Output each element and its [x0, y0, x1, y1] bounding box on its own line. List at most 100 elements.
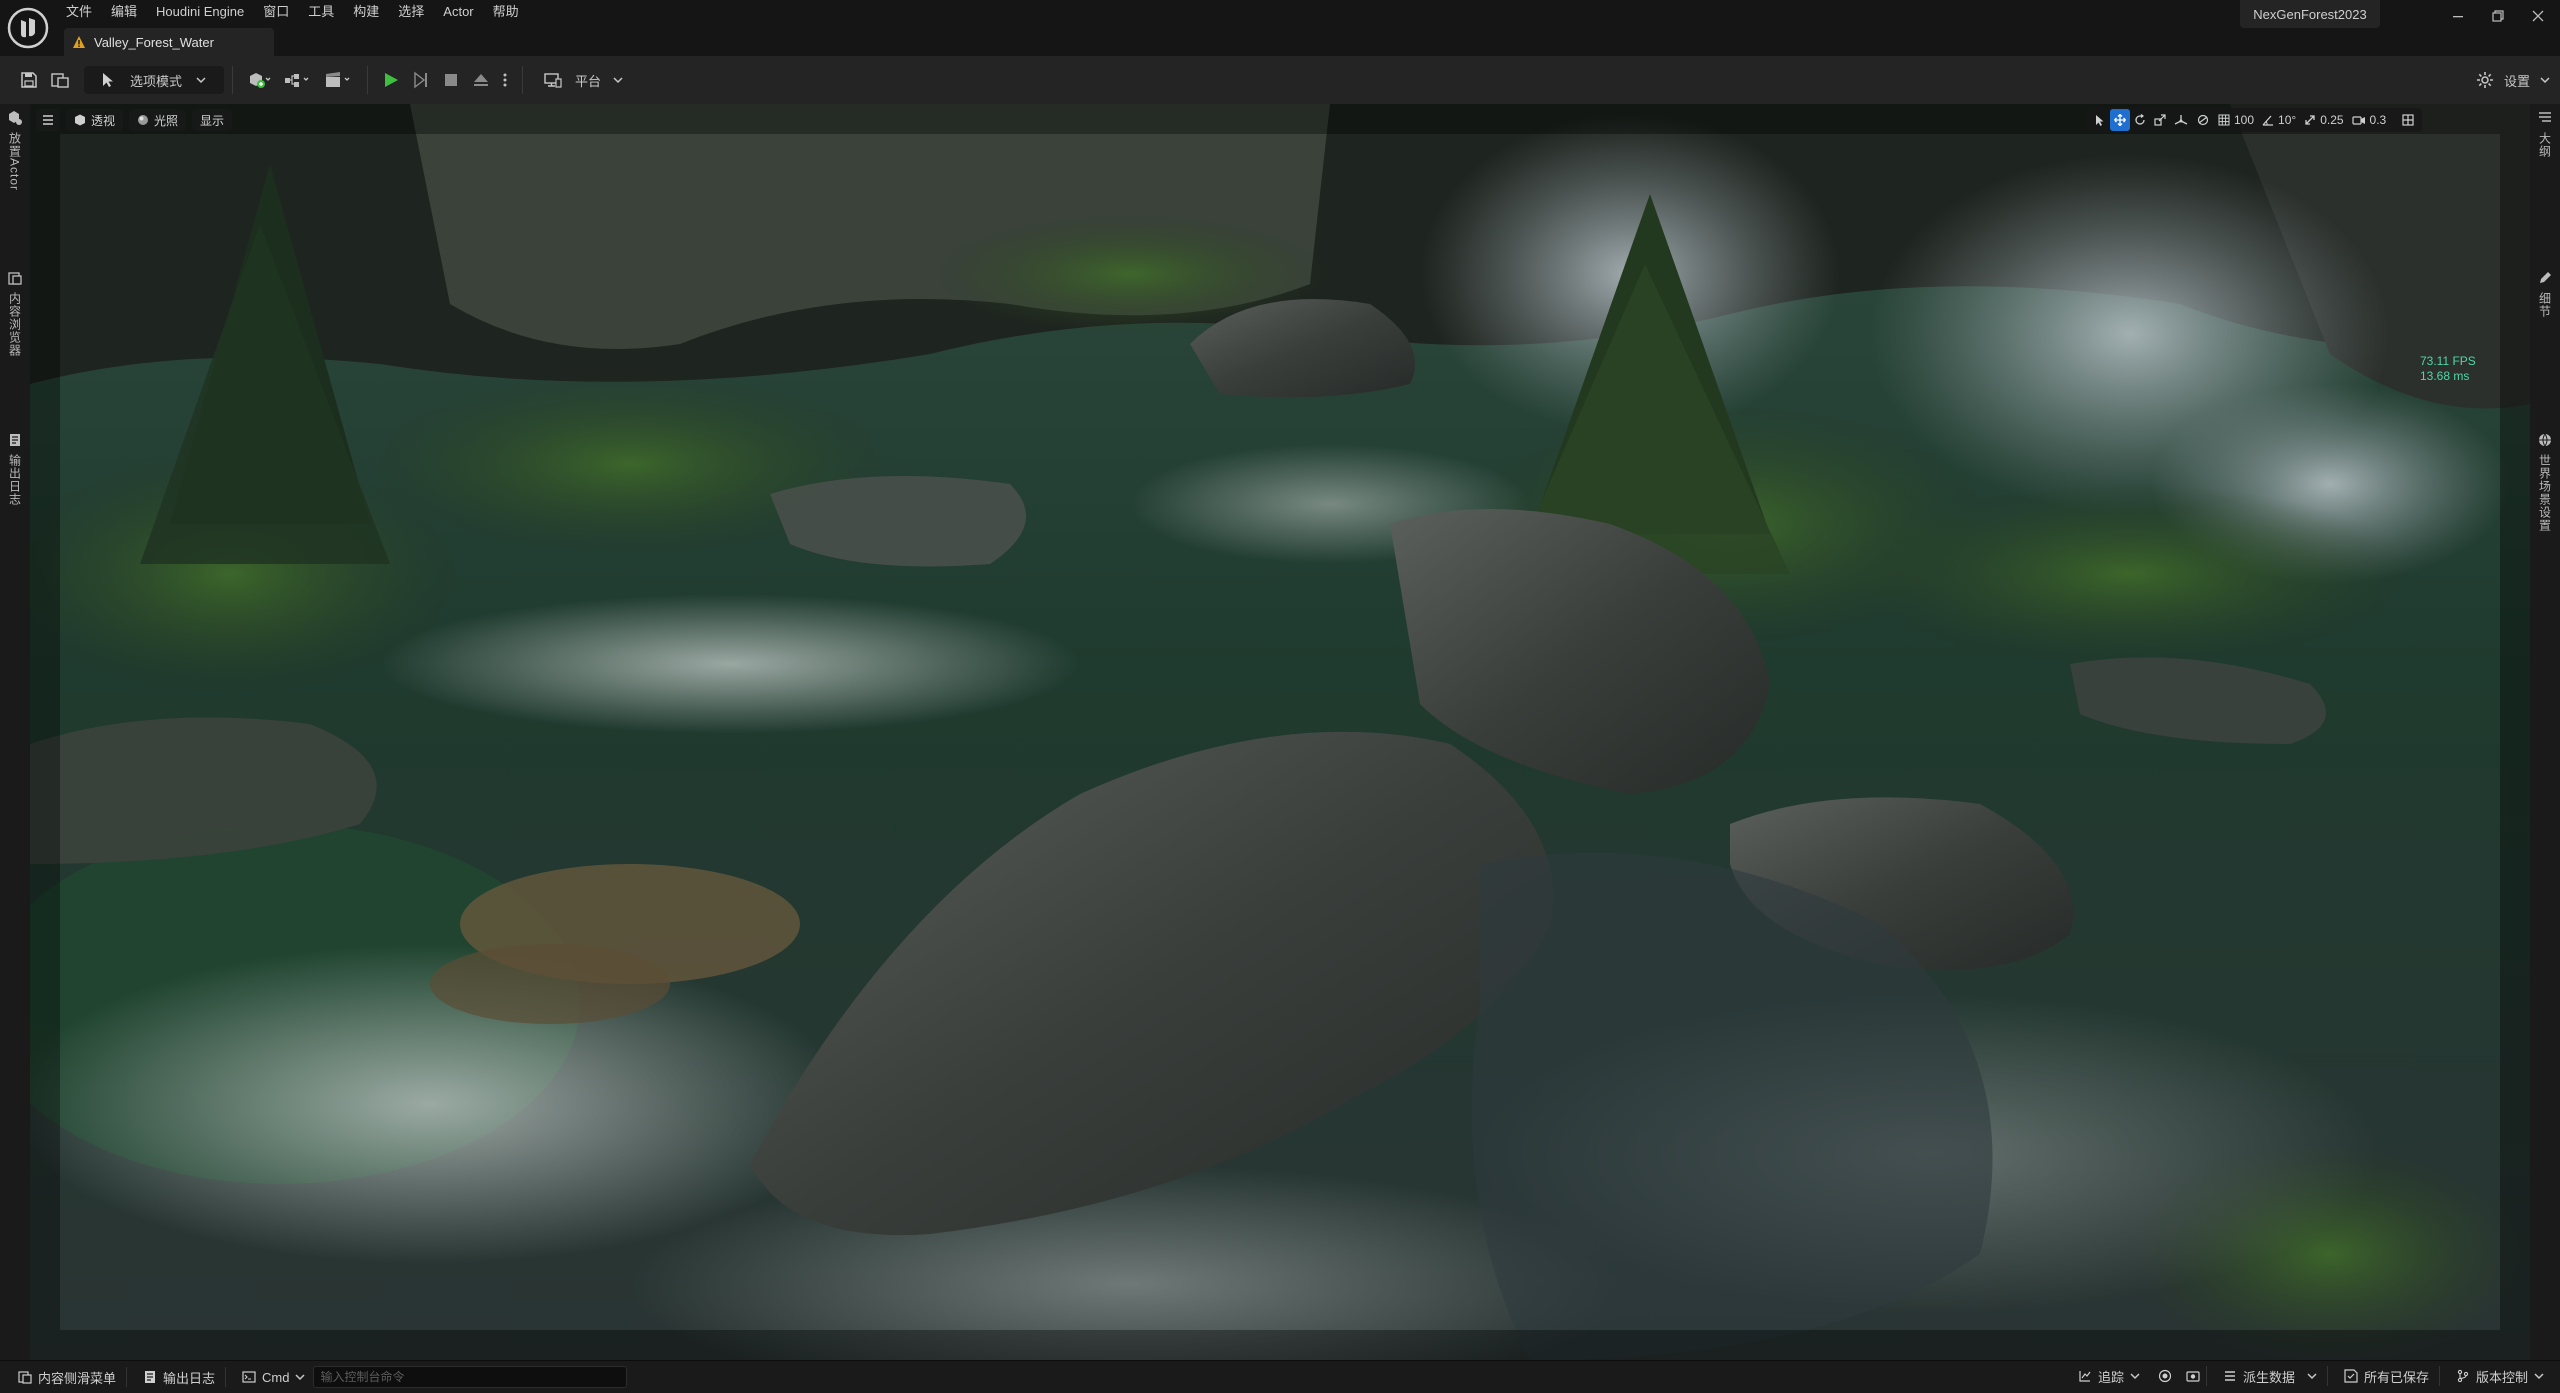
settings-dropdown[interactable]: 设置: [2470, 65, 2554, 95]
scale-icon: [2154, 114, 2166, 126]
world-space-icon: [2174, 114, 2188, 126]
menu-select[interactable]: 选择: [396, 0, 441, 24]
rail-outliner[interactable]: 大纲: [2530, 110, 2560, 158]
minimize-icon: [2453, 16, 2463, 18]
play-button[interactable]: [376, 65, 406, 95]
menu-window[interactable]: 窗口: [261, 0, 306, 24]
restore-icon: [2492, 10, 2504, 22]
rail-details[interactable]: 细节: [2530, 270, 2560, 318]
menu-help[interactable]: 帮助: [491, 0, 536, 24]
chevron-down-icon: [2130, 1371, 2140, 1381]
save-status-button[interactable]: 所有已保存: [2330, 1364, 2437, 1388]
restore-button[interactable]: [2478, 4, 2518, 28]
menu-tools[interactable]: 工具: [306, 0, 351, 24]
selection-mode-label: 选项模式: [130, 73, 183, 89]
stop-icon: [442, 71, 460, 89]
viewport-layout-button[interactable]: [2398, 109, 2418, 131]
level-viewport[interactable]: [30, 104, 2530, 1360]
close-button[interactable]: [2518, 4, 2558, 28]
surface-snap-button[interactable]: [2192, 109, 2214, 131]
viewport-show-label: 显示: [200, 113, 225, 128]
coordinate-space-button[interactable]: [2170, 109, 2192, 131]
output-log-icon: [143, 1370, 157, 1384]
screenshot-button[interactable]: [2176, 1364, 2204, 1388]
select-tool-button[interactable]: [2090, 109, 2110, 131]
chevron-down-icon: [2540, 75, 2550, 85]
place-actor-icon: [7, 110, 23, 126]
window-controls: [2438, 4, 2558, 28]
lit-sphere-icon: [137, 114, 149, 126]
document-tab[interactable]: Valley_Forest_Water: [64, 28, 274, 56]
chevron-down-icon: [196, 75, 206, 85]
minimize-button[interactable]: [2438, 4, 2478, 28]
derived-data-label: 派生数据: [2242, 1369, 2295, 1385]
platform-monitor-icon: [543, 71, 563, 89]
output-log-button[interactable]: 输出日志: [129, 1365, 223, 1389]
hamburger-menu-icon: [42, 114, 54, 126]
cursor-mode-icon: [100, 72, 116, 88]
stop-button[interactable]: [436, 65, 466, 95]
menu-build[interactable]: 构建: [351, 0, 396, 24]
play-options-button[interactable]: [496, 65, 514, 95]
content-drawer-button[interactable]: 内容侧滑菜单: [4, 1365, 124, 1389]
translate-tool-button[interactable]: [2110, 109, 2130, 131]
camera-speed-button[interactable]: 0.3: [2348, 109, 2391, 131]
blueprints-button[interactable]: [277, 65, 317, 95]
terminal-icon: [242, 1370, 256, 1384]
source-control-dropdown[interactable]: 版本控制: [2442, 1364, 2552, 1388]
fps-value: 73.11 FPS: [2420, 354, 2476, 368]
console-command-input[interactable]: [313, 1366, 628, 1388]
surface-snap-icon: [2196, 114, 2210, 126]
platform-label: 平台: [575, 73, 602, 89]
rail-content-browser-label: 内容浏览器: [7, 292, 22, 357]
grid-snap-value: 100: [2234, 113, 2255, 127]
rotate-tool-button[interactable]: [2130, 109, 2150, 131]
record-circle-icon: [2158, 1369, 2172, 1383]
rail-details-label: 细节: [2537, 292, 2552, 318]
menu-actor[interactable]: Actor: [441, 0, 490, 24]
rail-place-actors-label: 放置Actor: [7, 132, 22, 192]
advance-frame-button[interactable]: [406, 65, 436, 95]
menu-bar: 文件 编辑 Houdini Engine 窗口 工具 构建 选择 Actor 帮…: [64, 0, 536, 24]
trace-dropdown[interactable]: 追踪: [2064, 1364, 2148, 1388]
viewport-menu-button[interactable]: [36, 109, 60, 131]
menu-file[interactable]: 文件: [64, 0, 109, 24]
selection-mode-dropdown[interactable]: 选项模式: [84, 66, 225, 94]
grid-snap-button[interactable]: 100: [2214, 109, 2258, 131]
content-drawer-label: 内容侧滑菜单: [38, 1370, 117, 1386]
scale-tool-button[interactable]: [2150, 109, 2170, 131]
eject-button[interactable]: [466, 65, 496, 95]
menu-edit[interactable]: 编辑: [109, 0, 154, 24]
step-forward-icon: [412, 71, 430, 89]
right-sidebar-rail: 大纲 细节 世界场景设置: [2530, 104, 2560, 1360]
source-control-label: 版本控制: [2475, 1369, 2528, 1385]
browse-level-button[interactable]: [44, 65, 76, 95]
unreal-logo-icon[interactable]: [6, 6, 50, 50]
record-button[interactable]: [2148, 1364, 2176, 1388]
rail-output-log[interactable]: 输出日志: [0, 432, 30, 506]
cmd-label: Cmd: [262, 1369, 290, 1385]
viewport-perspective-button[interactable]: 透视: [66, 109, 124, 131]
platform-dropdown[interactable]: 平台: [531, 65, 635, 95]
rotation-snap-value: 10°: [2278, 113, 2297, 127]
rail-world-settings[interactable]: 世界场景设置: [2530, 432, 2560, 532]
menu-houdini-engine[interactable]: Houdini Engine: [154, 0, 261, 24]
viewport-lit-button[interactable]: 光照: [129, 109, 187, 131]
rail-output-log-label: 输出日志: [7, 454, 22, 506]
scale-snap-button[interactable]: 0.25: [2300, 109, 2347, 131]
toolbar-separator: [522, 66, 524, 94]
layout-grid-icon: [2402, 114, 2414, 126]
project-name: NexGenForest2023: [2240, 0, 2380, 28]
derived-data-dropdown[interactable]: 派生数据: [2209, 1364, 2325, 1388]
rail-place-actors[interactable]: 放置Actor: [0, 110, 30, 191]
rail-content-browser[interactable]: 内容浏览器: [0, 270, 30, 357]
save-icon: [20, 71, 38, 89]
left-sidebar-rail: 放置Actor 内容浏览器 输出日志: [0, 104, 30, 1360]
add-actor-button[interactable]: [241, 65, 277, 95]
angle-icon: [2262, 114, 2274, 126]
viewport-show-button[interactable]: 显示: [192, 109, 233, 131]
cmd-dropdown[interactable]: Cmd: [228, 1365, 313, 1389]
save-button[interactable]: [14, 65, 44, 95]
cinematics-button[interactable]: [317, 65, 359, 95]
rotation-snap-button[interactable]: 10°: [2258, 109, 2300, 131]
